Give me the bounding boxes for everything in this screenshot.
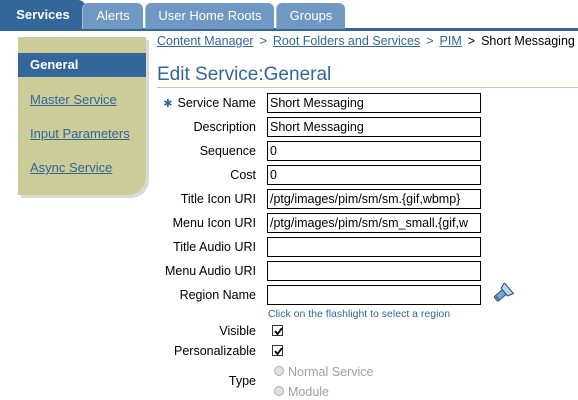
tab-services[interactable]: Services	[0, 0, 86, 29]
title-divider	[157, 87, 578, 88]
cost-label: Cost	[230, 168, 256, 182]
breadcrumb: Content Manager > Root Folders and Service…	[157, 34, 575, 48]
personalizable-checkbox[interactable]	[272, 345, 283, 356]
radio-module[interactable]	[274, 386, 284, 396]
title-icon-uri-field[interactable]: /ptg/images/pim/sm/sm.{gif,wbmp}	[267, 189, 481, 209]
sequence-label: Sequence	[199, 144, 256, 158]
breadcrumb-pim[interactable]: PIM	[440, 34, 462, 48]
radio-normal-service[interactable]	[274, 366, 284, 376]
service-name-label-text: Service Name	[177, 96, 257, 110]
breadcrumb-content-manager[interactable]: Content Manager	[157, 34, 254, 48]
menu-audio-uri-label: Menu Audio URI	[164, 264, 256, 278]
menu-icon-uri-field[interactable]: /ptg/images/pim/sm/sm_small.{gif,w	[267, 213, 481, 233]
tab-alerts[interactable]: Alerts	[82, 3, 143, 29]
breadcrumb-separator: >	[259, 34, 267, 48]
visible-checkbox[interactable]	[272, 325, 283, 336]
title-audio-uri-field[interactable]	[267, 237, 481, 257]
type-label: Type	[228, 374, 256, 388]
visible-label: Visible	[219, 324, 256, 338]
page-title: Edit Service:General	[157, 64, 332, 85]
cost-field[interactable]: 0	[267, 165, 481, 185]
sidebar-item-general[interactable]: General	[18, 53, 146, 77]
region-name-field[interactable]	[267, 285, 481, 305]
tab-user-home-roots[interactable]: User Home Roots	[145, 3, 274, 29]
menu-icon-uri-label: Menu Icon URI	[172, 216, 256, 230]
check-icon	[274, 327, 283, 336]
breadcrumb-separator: >	[426, 34, 434, 48]
check-icon	[274, 347, 283, 356]
radio-module-label: Module	[288, 385, 329, 399]
service-name-field[interactable]: Short Messaging	[267, 93, 481, 113]
title-audio-uri-label: Title Audio URI	[173, 240, 256, 254]
tab-groups[interactable]: Groups	[276, 3, 345, 29]
title-icon-uri-label: Title Icon URI	[180, 192, 256, 206]
menu-audio-uri-field[interactable]	[267, 261, 481, 281]
description-label: Description	[193, 120, 256, 134]
region-name-label: Region Name	[179, 288, 256, 302]
breadcrumb-separator: >	[467, 34, 476, 48]
top-tab-bar: Services Alerts User Home Roots Groups	[0, 0, 578, 31]
breadcrumb-root-folders[interactable]: Root Folders and Services	[273, 34, 420, 48]
region-hint: Click on the flashlight to select a regi…	[268, 308, 451, 320]
personalizable-label: Personalizable	[174, 344, 256, 358]
flashlight-icon[interactable]	[490, 281, 515, 305]
description-field[interactable]: Short Messaging	[267, 117, 481, 137]
sequence-field[interactable]: 0	[267, 141, 481, 161]
breadcrumb-current: Short Messaging	[481, 34, 575, 48]
asterisk-icon: ✱	[163, 98, 173, 110]
radio-normal-service-label: Normal Service	[288, 365, 374, 379]
service-name-label: ✱ Service Name	[0, 96, 256, 110]
